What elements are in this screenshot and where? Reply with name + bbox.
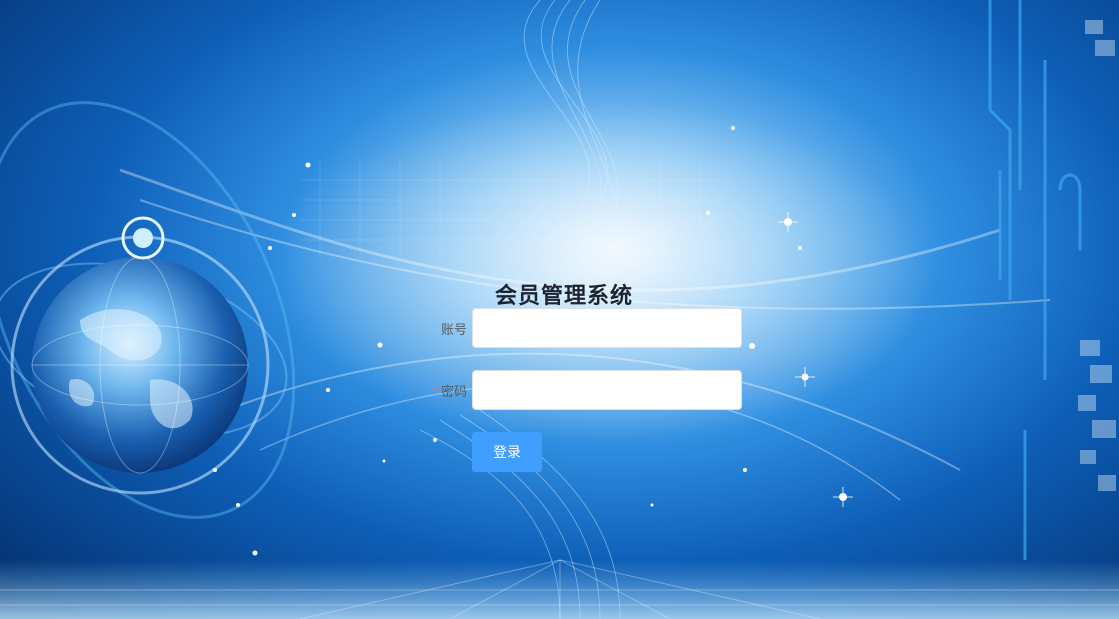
account-label-text: 账号 (440, 323, 467, 338)
pixel-blocks (1078, 20, 1116, 491)
account-label: 账号 (441, 319, 467, 338)
password-label-text: 密码 (440, 385, 467, 400)
required-mark: * (432, 385, 439, 400)
page-title: 会员管理系统 (495, 284, 634, 309)
password-label: * 密码 (432, 381, 467, 400)
circuit-lines (988, 0, 1082, 560)
light-floor (0, 559, 1119, 619)
password-input[interactable] (472, 370, 742, 410)
account-row: 账号 (415, 308, 755, 348)
login-button[interactable]: 登录 (472, 432, 542, 472)
account-input[interactable] (472, 308, 742, 348)
password-row: * 密码 (415, 370, 755, 410)
